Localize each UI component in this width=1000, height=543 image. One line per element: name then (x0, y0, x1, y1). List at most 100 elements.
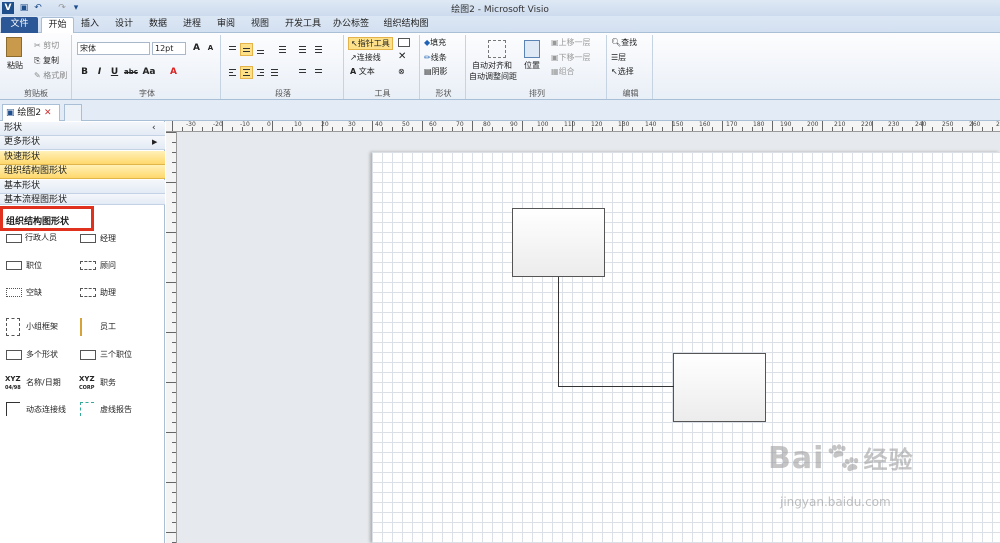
shapes-panel-title: 形状 (4, 123, 23, 133)
paste-button[interactable]: 粘贴 (7, 60, 23, 71)
tab-org-chart[interactable]: 组织结构图 (381, 17, 431, 33)
bring-forward-button[interactable]: ▣上移一层 (551, 37, 591, 48)
shape-position[interactable]: 职位 (26, 260, 42, 272)
grow-font-button[interactable]: A (190, 42, 203, 55)
rectangle-tool-icon[interactable] (398, 38, 410, 47)
tab-file[interactable]: 文件 (1, 17, 38, 33)
connector-line-vertical[interactable] (558, 277, 559, 387)
shape-staff[interactable]: 员工 (100, 321, 116, 333)
ruler-tick (562, 127, 563, 131)
document-tab[interactable]: ▣ 绘图2 ✕ (2, 104, 60, 121)
decrease-indent-icon[interactable] (296, 43, 309, 56)
drawing-page[interactable] (372, 152, 1000, 543)
tab-office-tabs[interactable]: 办公标签 (331, 17, 371, 33)
stencil-basic-shapes[interactable]: 基本形状 (0, 180, 165, 194)
select-label: 选择 (617, 67, 634, 76)
shape-title[interactable]: 职务 (100, 377, 116, 389)
shape-consultant[interactable]: 顾问 (100, 260, 116, 272)
org-chart-box-bottom[interactable] (673, 353, 766, 422)
rotate-text-icon[interactable] (312, 66, 325, 79)
shape-vacancy[interactable]: 空缺 (26, 287, 42, 299)
title-shape-icon: XYZ CORP (79, 375, 95, 391)
tab-developer[interactable]: 开发工具 (283, 17, 323, 33)
align-middle-icon[interactable] (240, 43, 253, 56)
close-icon[interactable]: ✕ (398, 51, 406, 62)
position-button[interactable]: 位置 (524, 60, 540, 71)
position-icon (524, 40, 540, 58)
tab-data[interactable]: 数据 (146, 17, 170, 33)
shape-dynamic-connector[interactable]: 动态连接线 (26, 404, 66, 416)
align-right-icon[interactable] (254, 66, 267, 79)
font-color-button[interactable]: A (167, 66, 180, 79)
pointer-tool-button[interactable]: ↖指针工具 (348, 37, 393, 50)
change-case-button[interactable]: Aa (141, 66, 157, 79)
tab-review[interactable]: 审阅 (214, 17, 238, 33)
justify-icon[interactable] (268, 66, 281, 79)
cut-label: 剪切 (43, 41, 60, 50)
find-button[interactable]: 🔍︎查找 (611, 37, 637, 48)
copy-button[interactable]: ⎘ 复制 (34, 55, 59, 66)
ruler-tick (172, 262, 176, 263)
watermark-url: jingyan.baidu.com (780, 495, 891, 509)
stencil-basic-flowchart[interactable]: 基本流程图形状 (0, 194, 165, 205)
shape-team-frame[interactable]: 小组框架 (26, 321, 58, 333)
shadow-label: 阴影 (431, 67, 448, 76)
shape-multiple[interactable]: 多个形状 (26, 349, 58, 361)
cut-button[interactable]: ✂ 剪切 (34, 40, 59, 51)
strikethrough-button[interactable]: abc (123, 66, 139, 79)
more-shapes-item[interactable]: 更多形状 ▶ (0, 136, 165, 150)
group-button[interactable]: ▦组合 (551, 66, 575, 77)
align-center-icon[interactable] (240, 66, 253, 79)
new-tab-button[interactable] (64, 104, 82, 121)
select-button[interactable]: ↖选择 (611, 66, 634, 77)
org-chart-box-top[interactable] (512, 208, 605, 277)
shape-manager[interactable]: 经理 (100, 233, 116, 245)
bold-button[interactable]: B (78, 66, 91, 79)
font-size-select[interactable]: 12pt (152, 42, 186, 55)
underline-button[interactable]: U (108, 66, 121, 79)
font-family-select[interactable]: 宋体 (77, 42, 150, 55)
shape-dotted-report[interactable]: 虚线报告 (100, 404, 132, 416)
fill-button[interactable]: ◆填充 (424, 37, 446, 48)
ruler-tick (172, 342, 176, 343)
shape-executive[interactable]: 行政人员 (25, 232, 57, 244)
tab-insert[interactable]: 插入 (78, 17, 102, 33)
tab-design[interactable]: 设计 (112, 17, 136, 33)
executive-shape-icon (6, 234, 22, 243)
align-left-icon[interactable] (226, 66, 239, 79)
align-bottom-icon[interactable] (254, 43, 267, 56)
ruler-tick (292, 127, 293, 131)
shape-name-date[interactable]: 名称/日期 (26, 377, 61, 389)
shadow-button[interactable]: ▤阴影 (424, 66, 448, 77)
bullets-icon[interactable] (276, 43, 289, 56)
paste-icon[interactable] (6, 37, 22, 57)
format-painter-button[interactable]: ✎ 格式刷 (34, 70, 67, 81)
stencil-quick-shapes[interactable]: 快速形状 (0, 151, 165, 165)
line-button[interactable]: ✏线条 (424, 52, 447, 63)
ruler-label: 270 (996, 121, 1000, 128)
send-backward-button[interactable]: ▣下移一层 (551, 52, 591, 63)
connection-point-icon[interactable]: ⊗ (398, 66, 405, 77)
increase-indent-icon[interactable] (312, 43, 325, 56)
shrink-font-button[interactable]: A (204, 42, 217, 55)
stencil-org-chart-shapes[interactable]: 组织结构图形状 (0, 165, 165, 179)
connector-line-horizontal[interactable] (558, 386, 674, 387)
shape-three-positions[interactable]: 三个职位 (100, 349, 132, 361)
ruler-tick (252, 127, 253, 131)
auto-space-label[interactable]: 自动调整间距 (469, 71, 517, 82)
tab-process[interactable]: 进程 (180, 17, 204, 33)
connector-button[interactable]: ↗连接线 (350, 52, 381, 63)
ruler-tick (172, 222, 176, 223)
close-icon[interactable]: ✕ (44, 108, 52, 118)
align-top-icon[interactable] (226, 43, 239, 56)
auto-align-button[interactable]: 自动对齐和 (472, 60, 512, 71)
layers-button[interactable]: ☰层 (611, 52, 626, 63)
italic-button[interactable]: I (93, 66, 106, 79)
ruler-label: 30 (348, 121, 356, 128)
tab-view[interactable]: 视图 (248, 17, 272, 33)
text-tool-button[interactable]: A 文本 (350, 66, 375, 77)
shape-assistant[interactable]: 助理 (100, 287, 116, 299)
text-direction-icon[interactable] (296, 66, 309, 79)
collapse-icon[interactable]: ‹ (152, 122, 156, 135)
tab-home[interactable]: 开始 (41, 17, 74, 34)
